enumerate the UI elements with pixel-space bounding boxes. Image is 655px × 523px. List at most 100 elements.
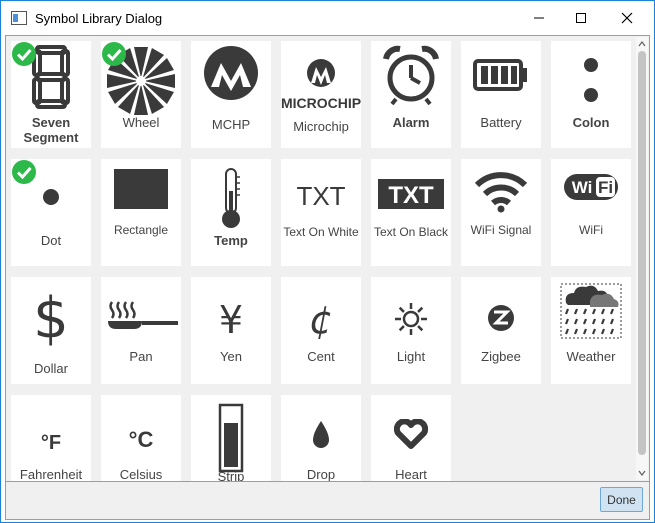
selected-check-icon xyxy=(12,160,36,184)
symbol-label: Weather xyxy=(566,349,616,364)
symbol-tile-drop[interactable]: Drop xyxy=(281,395,361,482)
microchip-logo-icon: MICROCHIP xyxy=(281,41,361,121)
symbol-label: Heart xyxy=(395,467,427,482)
svg-text:°F: °F xyxy=(41,432,61,454)
symbol-label-line1: Seven xyxy=(31,115,71,130)
symbol-label: Celsius xyxy=(119,467,163,482)
maximize-icon xyxy=(576,13,586,23)
symbol-tile-dollar[interactable]: $ Dollar xyxy=(11,277,91,384)
symbol-tile-yen[interactable]: ¥ Yen xyxy=(191,277,271,384)
symbol-tile-microchip[interactable]: MICROCHIP Microchip xyxy=(281,41,361,148)
vertical-scrollbar[interactable] xyxy=(636,37,648,480)
symbol-label: Drop xyxy=(306,467,336,482)
light-sun-icon xyxy=(371,277,451,357)
symbol-label: Strip xyxy=(217,469,245,482)
symbol-tile-colon[interactable]: Colon xyxy=(551,41,631,148)
symbol-tile-celsius[interactable]: °C Celsius xyxy=(101,395,181,482)
symbol-tile-light[interactable]: Light xyxy=(371,277,451,384)
microchip-logo-text: MICROCHIP xyxy=(281,95,361,111)
symbol-label: Fahrenheit xyxy=(19,467,83,482)
selected-check-icon xyxy=(12,42,36,66)
svg-text:$: $ xyxy=(33,286,69,349)
symbol-tile-wheel[interactable]: Wheel xyxy=(101,41,181,148)
symbol-tile-wifi-signal[interactable]: WiFi Signal xyxy=(461,159,541,266)
drop-icon xyxy=(281,395,361,475)
symbol-tile-text-on-white[interactable]: TXT Text On White xyxy=(281,159,361,266)
symbol-label: Wheel xyxy=(122,115,160,130)
dialog-footer: Done xyxy=(5,482,650,520)
svg-text:Wi: Wi xyxy=(572,178,593,197)
colon-icon xyxy=(551,41,631,121)
symbol-label: Temp xyxy=(214,233,248,248)
symbol-tile-heart[interactable]: Heart xyxy=(371,395,451,482)
symbol-tile-alarm[interactable]: Alarm xyxy=(371,41,451,148)
weather-cloud-rain-icon xyxy=(551,277,631,357)
symbol-tile-fahrenheit[interactable]: °F Fahrenheit xyxy=(11,395,91,482)
symbol-label-line2: Segment xyxy=(23,130,79,145)
dollar-icon: $ xyxy=(11,277,91,357)
symbol-tile-pan[interactable]: Pan xyxy=(101,277,181,384)
maximize-button[interactable] xyxy=(558,1,604,35)
symbol-label: Seven Segment xyxy=(11,115,91,145)
symbol-label: Colon xyxy=(572,115,610,130)
symbol-label: Microchip xyxy=(293,119,349,134)
svg-text:°C: °C xyxy=(129,427,154,452)
symbol-tile-rectangle[interactable]: Rectangle xyxy=(101,159,181,266)
symbol-tile-wifi[interactable]: Wi Fi WiFi xyxy=(551,159,631,266)
symbol-label: Cent xyxy=(307,349,335,364)
symbol-label: Dot xyxy=(40,233,62,248)
zigbee-icon xyxy=(461,277,541,357)
symbol-library-dialog: Symbol Library Dialog Seven Segment Wheel… xyxy=(0,0,655,523)
symbol-tile-battery[interactable]: Battery xyxy=(461,41,541,148)
symbol-tile-mchp[interactable]: MCHP xyxy=(191,41,271,148)
battery-icon xyxy=(461,41,541,121)
symbol-label: MCHP xyxy=(211,117,251,132)
heart-icon xyxy=(371,395,451,475)
close-icon xyxy=(621,12,633,24)
symbol-tile-seven-segment[interactable]: Seven Segment xyxy=(11,41,91,148)
symbol-tile-zigbee[interactable]: Zigbee xyxy=(461,277,541,384)
strip-icon xyxy=(191,395,271,475)
scrollbar-thumb[interactable] xyxy=(638,51,646,455)
symbol-label: Zigbee xyxy=(481,349,521,364)
scroll-down-arrow-icon[interactable] xyxy=(638,469,646,477)
celsius-icon: °C xyxy=(101,395,181,475)
symbol-tile-text-on-black[interactable]: TXT Text On Black xyxy=(371,159,451,266)
symbol-label: Light xyxy=(396,349,426,364)
cent-icon: ¢ xyxy=(281,277,361,357)
symbol-label: WiFi xyxy=(579,223,603,237)
symbol-label: WiFi Signal xyxy=(470,223,532,237)
svg-text:TXT: TXT xyxy=(296,181,345,211)
svg-text:¢: ¢ xyxy=(309,298,333,341)
minimize-icon xyxy=(534,17,544,19)
symbol-tile-dot[interactable]: Dot xyxy=(11,159,91,266)
title-bar[interactable]: Symbol Library Dialog xyxy=(1,1,654,35)
symbol-tile-cent[interactable]: ¢ Cent xyxy=(281,277,361,384)
fahrenheit-icon: °F xyxy=(11,395,91,475)
scroll-up-arrow-icon[interactable] xyxy=(638,40,646,48)
minimize-button[interactable] xyxy=(516,1,562,35)
selected-check-icon xyxy=(102,42,126,66)
symbol-label: Text On White xyxy=(283,225,359,239)
alarm-clock-icon xyxy=(371,41,451,121)
symbol-tile-weather[interactable]: Weather xyxy=(551,277,631,384)
symbol-grid-panel: Seven Segment Wheel MCHP MICROCHIP Microch… xyxy=(5,35,650,482)
symbol-label: Dollar xyxy=(34,361,68,376)
symbol-tile-strip[interactable]: Strip xyxy=(191,395,271,482)
svg-text:¥: ¥ xyxy=(219,298,243,341)
app-window-icon xyxy=(11,11,27,25)
symbol-label: Alarm xyxy=(392,115,430,130)
close-button[interactable] xyxy=(604,1,650,35)
symbol-label: Yen xyxy=(220,349,242,364)
symbol-tile-temp[interactable]: Temp xyxy=(191,159,271,266)
symbol-label: Pan xyxy=(129,349,153,364)
svg-text:TXT: TXT xyxy=(388,182,434,209)
window-title: Symbol Library Dialog xyxy=(35,11,163,26)
symbol-label: Battery xyxy=(480,115,522,130)
symbol-label: Text On Black xyxy=(373,225,449,239)
svg-text:Fi: Fi xyxy=(598,178,613,197)
symbol-label: Rectangle xyxy=(113,223,169,237)
done-button[interactable]: Done xyxy=(600,487,643,512)
pan-icon xyxy=(101,277,181,357)
mchp-logo-icon xyxy=(191,41,271,121)
